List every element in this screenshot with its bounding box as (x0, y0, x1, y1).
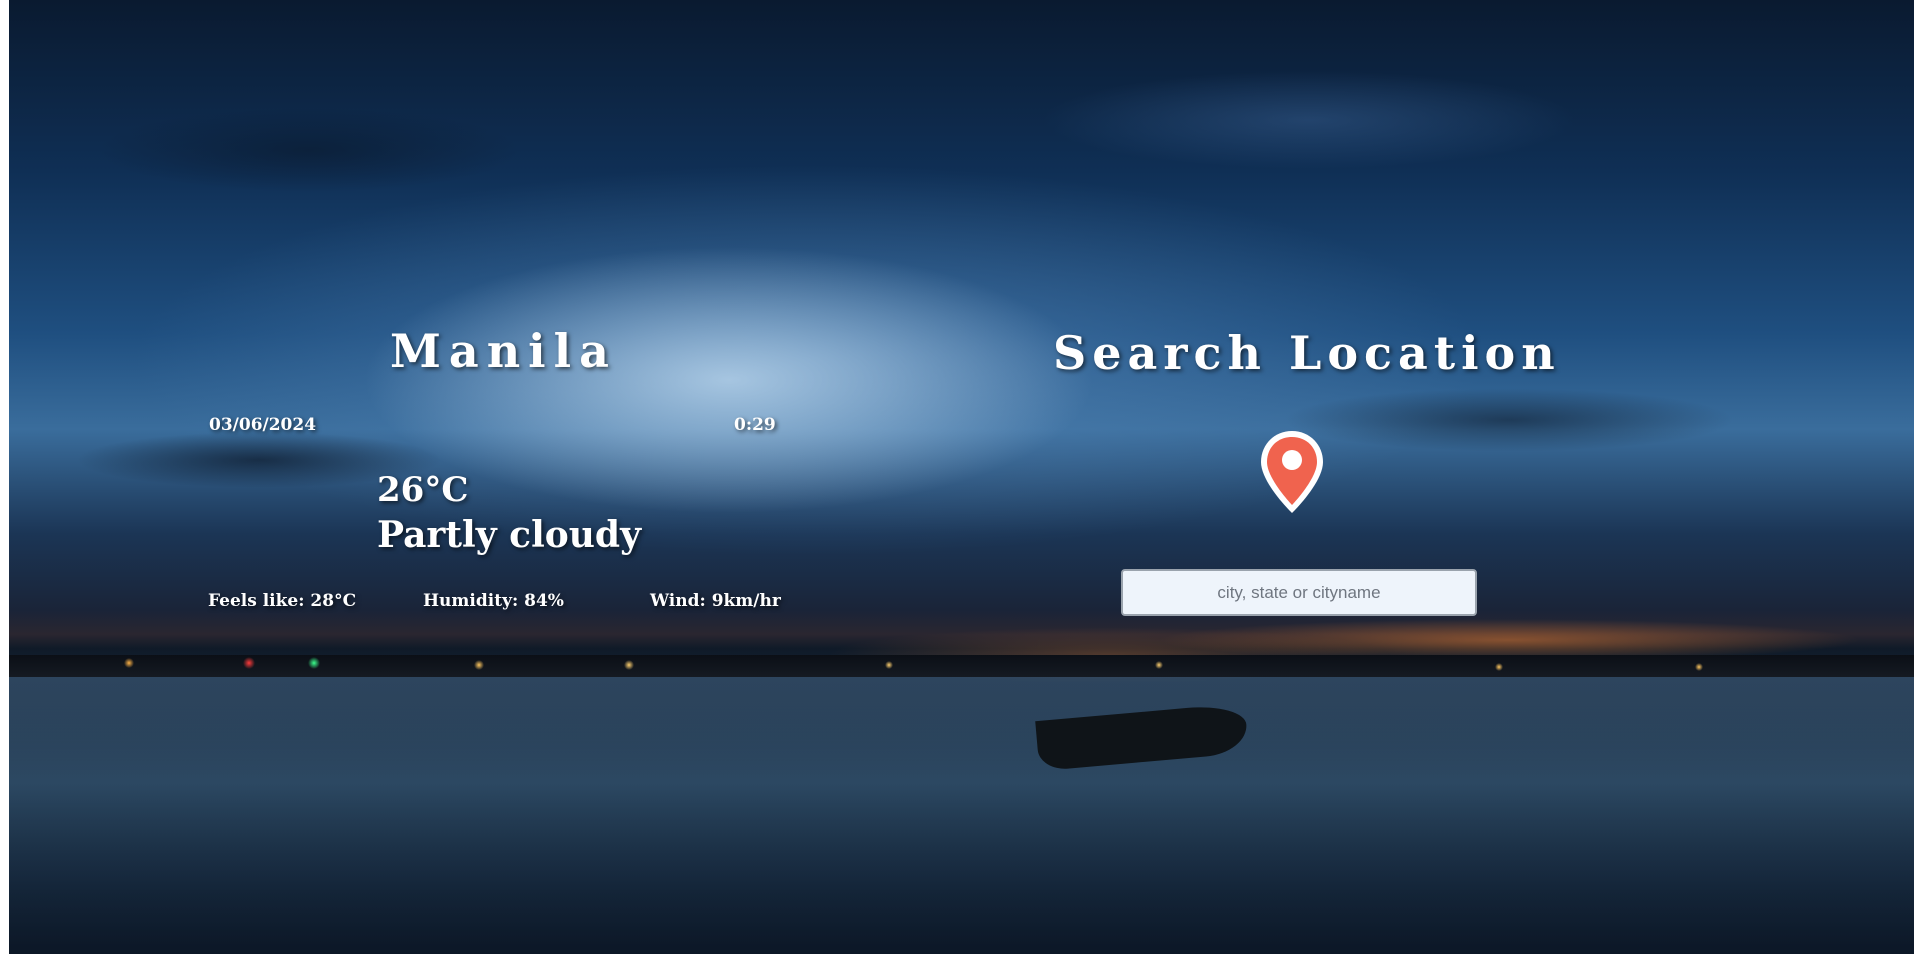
city-name: Manila (390, 324, 617, 378)
background-water (9, 677, 1914, 954)
weather-app: Manila 03/06/2024 0:29 26°C Partly cloud… (9, 0, 1914, 954)
map-pin-icon (1261, 431, 1323, 513)
current-time: 0:29 (734, 415, 776, 435)
humidity: Humidity: 84% (423, 591, 564, 611)
feels-like: Feels like: 28°C (208, 591, 357, 611)
temperature: 26°C (377, 470, 469, 510)
search-title: Search Location (1053, 326, 1561, 380)
current-date: 03/06/2024 (209, 415, 317, 435)
weather-condition: Partly cloudy (377, 514, 642, 556)
background-town-lights (9, 655, 1914, 679)
wind-speed: Wind: 9km/hr (650, 591, 781, 611)
search-input[interactable] (1121, 569, 1477, 616)
